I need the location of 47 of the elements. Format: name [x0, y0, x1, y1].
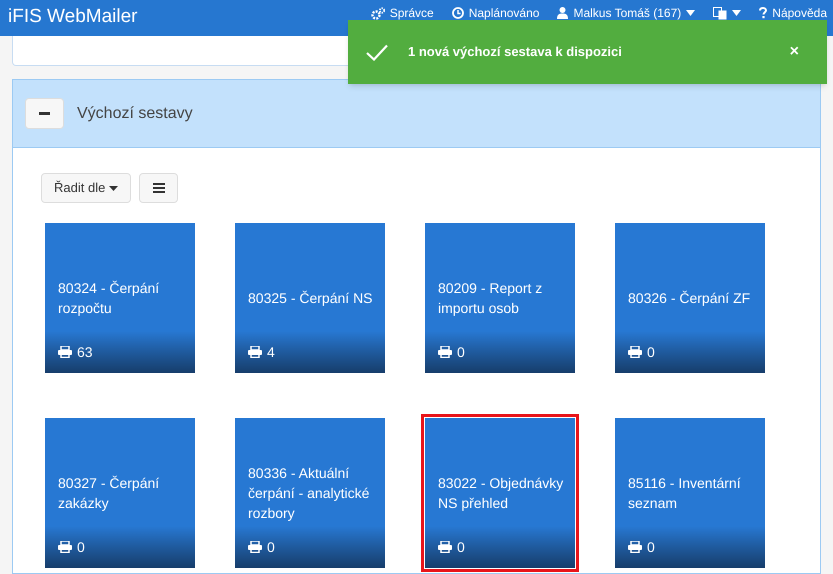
report-tile[interactable]: 83022 - Objednávky NS přehled 0 — [421, 414, 579, 572]
print-count: 0 — [647, 342, 655, 362]
print-count: 0 — [77, 538, 85, 556]
printer-icon — [58, 346, 72, 358]
nav-link[interactable]: Nápověda — [759, 6, 827, 20]
tile-title: 80324 - Čerpání rozpočtu — [58, 279, 160, 318]
tile-title: 80326 - Čerpání ZF — [628, 289, 750, 308]
printer-icon — [248, 346, 262, 358]
panel-title: Výchozí sestavy — [77, 104, 193, 124]
language-menu[interactable] — [713, 6, 742, 20]
print-count: 0 — [267, 538, 275, 556]
nav-link[interactable]: Naplánováno — [452, 6, 540, 20]
printer-icon — [628, 541, 642, 553]
caret-icon — [686, 10, 696, 16]
user-icon — [557, 7, 568, 19]
tile-title: 80209 - Report z importu osob — [438, 279, 544, 318]
caret-icon — [732, 10, 742, 16]
print-count: 0 — [457, 342, 465, 362]
clock-icon — [452, 7, 464, 19]
sort-dropdown-button[interactable]: Řadit dle — [41, 173, 132, 203]
gears-icon — [370, 6, 385, 20]
nav-link[interactable]: Malkus Tomáš (167) — [557, 6, 696, 20]
caret-icon — [109, 186, 118, 190]
print-count: 0 — [647, 538, 655, 556]
checkmark-icon — [366, 44, 388, 60]
printer-icon — [628, 346, 642, 358]
printer-icon — [248, 541, 262, 553]
printer-icon — [438, 346, 452, 358]
printer-icon — [438, 541, 452, 553]
print-count: 63 — [77, 342, 93, 362]
collapse-button[interactable] — [25, 98, 64, 129]
tile-title: 85116 - Inventární seznam — [628, 474, 742, 513]
list-view-button[interactable] — [139, 173, 178, 203]
print-count: 4 — [267, 342, 275, 362]
notification-message: 1 nová výchozí sestava k dispozici — [408, 43, 622, 62]
printer-icon — [58, 541, 72, 553]
nav-link[interactable]: Správce — [370, 6, 434, 20]
language-icon — [713, 6, 728, 20]
tile-title: 80325 - Čerpání NS — [248, 289, 373, 308]
app-brand[interactable]: iFIS WebMailer — [8, 3, 138, 32]
minus-icon — [39, 112, 50, 115]
tile-title: 80336 - Aktuální čerpání - analytické rozbory — [248, 464, 370, 523]
menu-icon — [152, 183, 165, 193]
print-count: 0 — [457, 538, 465, 556]
tile-title: 80327 - Čerpání zakázky — [58, 474, 160, 513]
help-icon — [759, 7, 768, 19]
tile-title: 83022 - Objednávky NS přehled — [438, 474, 564, 513]
